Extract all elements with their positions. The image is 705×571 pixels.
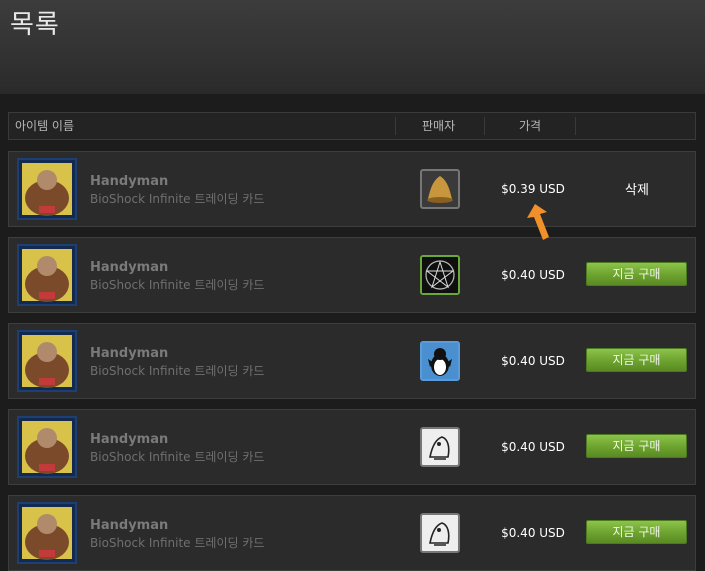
item-game: BioShock Infinite 트레이딩 카드 <box>90 364 265 378</box>
page-title: 목록 <box>10 10 60 40</box>
arrow-pointer-icon <box>527 204 549 240</box>
column-seller: 판매자 <box>422 119 456 133</box>
pentagram-icon[interactable] <box>420 255 460 295</box>
listing-price: $0.40 USD <box>501 526 565 540</box>
column-divider <box>575 117 576 135</box>
item-name[interactable]: Handyman <box>90 518 168 533</box>
trading-card-image[interactable] <box>17 244 77 306</box>
listing-price: $0.40 USD <box>501 354 565 368</box>
cartoon-character-icon[interactable] <box>420 513 460 553</box>
buy-now-button[interactable]: 지금 구매 <box>586 434 687 458</box>
cartoon-character-icon[interactable] <box>420 427 460 467</box>
column-divider <box>484 117 485 135</box>
item-game: BioShock Infinite 트레이딩 카드 <box>90 450 265 464</box>
item-game: BioShock Infinite 트레이딩 카드 <box>90 536 265 550</box>
item-name[interactable]: Handyman <box>90 346 168 361</box>
penguin-icon[interactable] <box>420 341 460 381</box>
listing-row: Handyman BioShock Infinite 트레이딩 카드 $0.40… <box>8 409 696 485</box>
buy-now-button[interactable]: 지금 구매 <box>586 262 687 286</box>
listing-row: Handyman BioShock Infinite 트레이딩 카드 $0.40… <box>8 495 696 571</box>
listing-price: $0.40 USD <box>501 268 565 282</box>
trading-card-image[interactable] <box>17 330 77 392</box>
item-game: BioShock Infinite 트레이딩 카드 <box>90 192 265 206</box>
buy-now-button[interactable]: 지금 구매 <box>586 520 687 544</box>
listings-column-header: 아이템 이름 판매자 가격 <box>8 112 696 140</box>
bell-icon[interactable] <box>420 169 460 209</box>
buy-now-button[interactable]: 지금 구매 <box>586 348 687 372</box>
listing-price: $0.40 USD <box>501 440 565 454</box>
item-name[interactable]: Handyman <box>90 260 168 275</box>
trading-card-image[interactable] <box>17 502 77 564</box>
listing-price: $0.39 USD <box>501 182 565 196</box>
page-header: 목록 <box>0 0 705 94</box>
item-name[interactable]: Handyman <box>90 174 168 189</box>
listing-row: Handyman BioShock Infinite 트레이딩 카드 $0.39… <box>8 151 696 227</box>
item-name[interactable]: Handyman <box>90 432 168 447</box>
trading-card-image[interactable] <box>17 416 77 478</box>
listing-row: Handyman BioShock Infinite 트레이딩 카드 $0.40… <box>8 237 696 313</box>
column-item-name: 아이템 이름 <box>15 119 75 133</box>
remove-listing-link[interactable]: 삭제 <box>587 179 687 198</box>
trading-card-image[interactable] <box>17 158 77 220</box>
column-price: 가격 <box>519 119 542 133</box>
listing-row: Handyman BioShock Infinite 트레이딩 카드 $0.40… <box>8 323 696 399</box>
column-divider <box>395 117 396 135</box>
item-game: BioShock Infinite 트레이딩 카드 <box>90 278 265 292</box>
